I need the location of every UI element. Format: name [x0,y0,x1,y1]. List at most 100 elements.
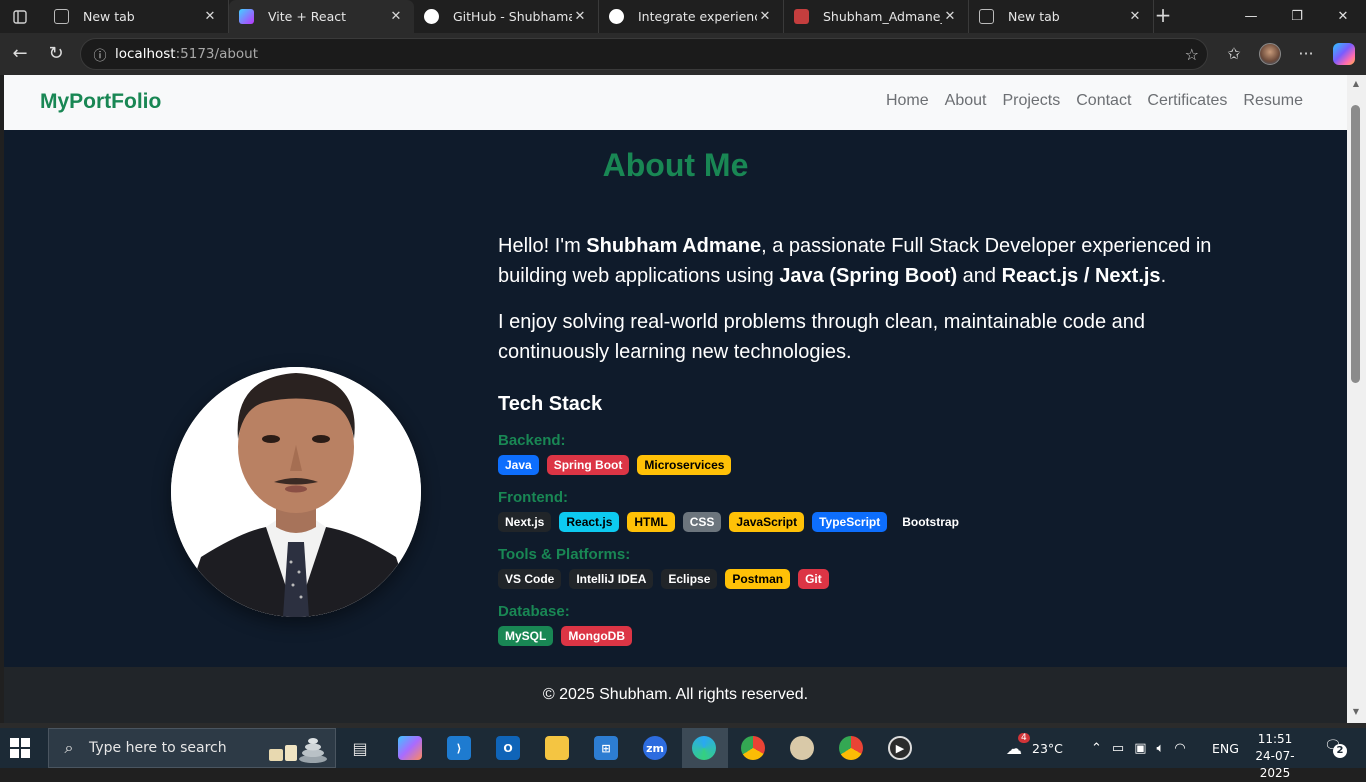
close-tab-icon[interactable]: ✕ [202,9,218,24]
browser-tab[interactable]: Integrate experience se✕ [599,0,784,33]
tech-badge: IntelliJ IDEA [569,569,654,589]
chrome-profile-icon[interactable] [839,736,863,760]
nav-link-resume[interactable]: Resume [1243,92,1303,110]
tech-badge: React.js [559,512,620,532]
tech-category: Database: MySQL MongoDB [498,603,1218,646]
badge-row: VS Code IntelliJ IDEA Eclipse Postman Git [498,569,1218,589]
file-explorer-icon[interactable] [545,736,569,760]
nav-link-projects[interactable]: Projects [1002,92,1060,110]
tech-badge: Microservices [637,455,732,475]
tab-title: New tab [83,9,135,24]
volume-icon[interactable]: 🔈︎ [1157,741,1165,756]
close-tab-icon[interactable]: ✕ [942,9,958,24]
paint-icon[interactable] [790,736,814,760]
tab-title: Vite + React [268,9,347,24]
refresh-icon[interactable]: ↻ [44,42,68,66]
weather-alert-badge: 4 [1018,732,1030,743]
weather-cloud-icon: ☁ 4 [1006,732,1032,758]
tech-badge: MySQL [498,626,554,646]
site-navbar: MyPortFolio Home About Projects Contact Cert… [4,75,1347,130]
zoom-icon[interactable]: zm [643,736,667,760]
badge-row: Java Spring Boot Microservices [498,455,1218,475]
tech-stack-list: Backend: Java Spring Boot Microservices Fron… [498,432,1218,646]
media-player-icon[interactable]: ▶ [888,736,912,760]
favorite-star-icon[interactable]: ☆ [1185,45,1199,64]
tech-category-label: Database: [498,603,570,620]
windows-start-icon[interactable] [10,738,30,758]
browser-tab[interactable]: Vite + React ✕ [229,0,414,33]
edge-icon[interactable] [692,736,716,760]
tech-category: Frontend: Next.js React.js HTML CSS JavaScrip… [498,489,1218,532]
nav-link-about[interactable]: About [945,92,987,110]
tech-badge: Bootstrap [902,515,959,529]
tech-stack-heading: Tech Stack [498,393,603,415]
tech-badge: TypeScript [812,512,888,532]
close-tab-icon[interactable]: ✕ [572,9,588,24]
profile-photo [171,367,421,617]
copilot-taskbar-icon[interactable] [398,736,422,760]
browser-tab[interactable]: New tab ✕ [44,0,229,33]
github-icon [424,9,439,24]
vscode-icon[interactable]: ⟩ [447,736,471,760]
copilot-icon[interactable] [1333,43,1355,65]
profile-avatar[interactable] [1259,43,1281,65]
weather-temp: 23°C [1032,740,1063,756]
tech-badge: MongoDB [561,626,632,646]
tech-category-label: Frontend: [498,489,568,506]
pdf-icon [794,9,809,24]
clock-date: 24-07-2025 [1255,749,1295,780]
tab-title: GitHub - Shubhamadm [453,9,572,24]
nav-link-home[interactable]: Home [886,92,929,110]
more-menu-icon[interactable]: ··· [1294,42,1318,66]
tech-badge: Eclipse [661,569,718,589]
notification-count: 2 [1333,744,1347,758]
nav-menu: Home About Projects Contact Certificates Resu… [886,92,1303,110]
close-tab-icon[interactable]: ✕ [388,9,404,24]
site-info-icon[interactable]: ⓘ [85,45,115,64]
close-tab-icon[interactable]: ✕ [757,9,773,24]
intro-paragraph: Hello! I'm Shubham Admane, a passionate … [498,235,1212,287]
microsoft-store-icon[interactable]: ⊞ [594,736,618,760]
new-tab-button[interactable]: + [1152,5,1174,27]
chevron-up-icon[interactable]: ⌃ [1091,741,1102,756]
search-icon: ⌕ [64,738,74,757]
wifi-icon[interactable]: ◠ [1174,741,1185,756]
browser-tab[interactable]: GitHub - Shubhamadm✕ [414,0,599,33]
scroll-down-icon[interactable]: ▼ [1351,707,1361,717]
page-viewport: MyPortFolio Home About Projects Contact Cert… [4,75,1347,723]
minimize-icon[interactable]: — [1228,0,1274,33]
close-window-icon[interactable]: ✕ [1320,0,1366,33]
taskbar-clock[interactable]: 11:51 24-07-2025 [1242,731,1308,782]
tech-badge: Spring Boot [546,455,630,475]
notification-icon[interactable]: 🗨︎ 2 [1324,738,1347,758]
tech-badge: Git [798,569,829,589]
weather-widget[interactable]: ☁ 4 23°C [1006,728,1063,768]
taskbar-search[interactable]: ⌕ Type here to search [48,728,336,768]
task-view-icon[interactable]: ▤ [348,736,372,760]
meet-now-icon[interactable]: ▣ [1134,741,1146,756]
outlook-icon[interactable]: O [496,736,520,760]
favorites-icon[interactable]: ✩ [1222,42,1246,66]
close-tab-icon[interactable]: ✕ [1127,9,1143,24]
tab-actions-icon[interactable] [0,0,40,33]
chatgpt-icon [609,9,624,24]
battery-icon[interactable]: ▭ [1112,741,1124,756]
newtab-icon [54,9,69,24]
newtab-icon [979,9,994,24]
page-scrollbar[interactable]: ▲ ▼ [1347,75,1366,723]
back-icon[interactable]: ← [8,42,32,66]
restore-icon[interactable]: ❐ [1274,0,1320,33]
page-title: About Me [602,147,749,183]
brand-logo[interactable]: MyPortFolio [40,90,161,114]
scroll-up-icon[interactable]: ▲ [1351,79,1361,89]
scrollbar-thumb[interactable] [1351,105,1360,383]
site-footer: © 2025 Shubham. All rights reserved. [4,667,1347,723]
address-bar[interactable]: ⓘ localhost:5173/about ☆ [80,38,1208,70]
language-indicator[interactable]: ENG [1212,728,1239,768]
browser-tab[interactable]: Shubham_Admane_cv.p✕ [784,0,969,33]
browser-tab[interactable]: New tab ✕ [969,0,1154,33]
nav-link-contact[interactable]: Contact [1076,92,1131,110]
nav-link-certificates[interactable]: Certificates [1147,92,1227,110]
tech-badge: Postman [725,569,791,589]
chrome-icon[interactable] [741,736,765,760]
